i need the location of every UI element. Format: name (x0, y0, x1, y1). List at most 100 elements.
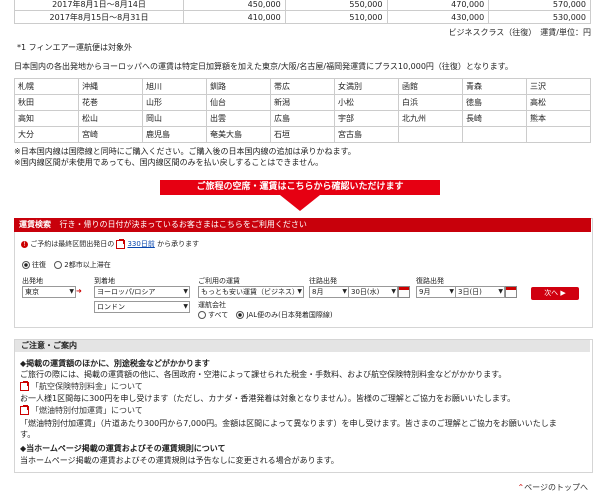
fare-search-subtitle: 行き・帰りの日付が決まっているお客さまはこちらをご利用ください (59, 220, 307, 229)
city-cell: 秋田 (14, 94, 79, 111)
table-row: 2017年8月1日～8月14日 450,000 550,000 470,000 … (14, 0, 591, 11)
fuel-surcharge-link[interactable]: 「燃油特別付加運賃」について (20, 405, 143, 416)
destination-label: 到着地 (94, 277, 115, 285)
footnote: *1 フィンエアー運航便は対象外 (17, 43, 132, 52)
city-cell: 岡山 (142, 110, 207, 127)
price-cell: 510,000 (284, 10, 388, 24)
chevron-down-icon: ▼ (449, 288, 454, 295)
city-cell: 宇部 (334, 110, 399, 127)
city-cell: 徳島 (462, 94, 527, 111)
external-link-icon (20, 381, 29, 391)
table-row: 2017年8月15日～8月31日 410,000 510,000 430,000… (14, 10, 591, 24)
city-cell: 三沢 (526, 78, 591, 95)
page-top-link[interactable]: ⌃ページのトップへ (517, 482, 588, 493)
price-cell: 450,000 (183, 0, 286, 11)
city-cell: 鹿児島 (142, 126, 207, 143)
radio-carrier-all[interactable]: すべて (198, 311, 228, 319)
destination-city-select[interactable]: ロンドン ▼ (94, 301, 190, 313)
price-table: 2017年8月1日～8月14日 450,000 550,000 470,000 … (14, 0, 591, 24)
city-cell: 出雲 (206, 110, 271, 127)
price-cell: 550,000 (284, 0, 388, 11)
carrier-options: すべて JAL便のみ(日本発着国際線) (198, 310, 333, 320)
table-row: 秋田 花巻 山形 仙台 新潟 小松 白浜 徳島 高松 (14, 94, 591, 111)
carrier-label: 運航会社 (198, 301, 226, 309)
table-row: 高知 松山 岡山 出雲 広島 宇部 北九州 長崎 熊本 (14, 110, 591, 127)
city-cell: 小松 (334, 94, 399, 111)
price-cell: 470,000 (386, 0, 490, 11)
return-day-select[interactable]: 3日(日) ▼ (455, 286, 505, 298)
city-cell: 北九州 (398, 110, 463, 127)
city-cell: 長崎 (462, 110, 527, 127)
city-cell: 女満別 (334, 78, 399, 95)
city-cell: 宮古島 (334, 126, 399, 143)
arrow-right-icon: ➜ (76, 287, 82, 295)
city-cell: 旭川 (142, 78, 207, 95)
calendar-icon[interactable] (505, 286, 517, 298)
radio-multi-city[interactable]: 2都市以上滞在 (54, 261, 111, 269)
city-cell: 高松 (526, 94, 591, 111)
chevron-down-icon: ▼ (342, 288, 347, 295)
note-1: ※日本国内線は国際線と同時にご購入ください。ご購入後の日本国内線の追加は承りかね… (14, 147, 356, 156)
city-cell: 仙台 (206, 94, 271, 111)
notice-text: 当ホームページ掲載の運賃およびその運賃規則は予告なしに変更される場合があります。 (20, 456, 339, 465)
booking-notice: ! ご予約は最終区間出発日の 330日前 から承ります (21, 238, 200, 249)
booking-link[interactable]: 330日前 (127, 240, 154, 248)
city-cell (526, 126, 591, 143)
notice-text: お一人様1区間毎に300円を申し受けます（ただし、カナダ・香港発着は対象となりま… (20, 394, 516, 403)
outbound-month-select[interactable]: 8月 ▼ (309, 286, 349, 298)
radio-carrier-jal[interactable]: JAL便のみ(日本発着国際線) (236, 311, 333, 319)
chevron-down-icon: ▼ (183, 288, 188, 295)
fare-type-label: ご利用の運賃 (198, 277, 240, 285)
city-cell: 花巻 (78, 94, 143, 111)
notice-heading: ◆掲載の運賃額のほかに、別途税金などがかかります (20, 359, 210, 368)
table-row: 札幌 沖縄 旭川 釧路 帯広 女満別 函館 青森 三沢 (14, 78, 591, 95)
return-month-select[interactable]: 9月 ▼ (416, 286, 456, 298)
notice-text: す。 (20, 430, 36, 439)
city-cell: 広島 (270, 110, 335, 127)
city-cell: 熊本 (526, 110, 591, 127)
insurance-link[interactable]: 「航空保険特別料金」について (20, 381, 143, 392)
city-cell: 山形 (142, 94, 207, 111)
domestic-note: 日本国内の各出発地からヨーロッパへの運賃は特定日加算額を加えた東京/大阪/名古屋… (14, 62, 513, 71)
chevron-down-icon: ▼ (183, 303, 188, 310)
chevron-down-icon: ▼ (498, 288, 503, 295)
city-table: 札幌 沖縄 旭川 釧路 帯広 女満別 函館 青森 三沢 秋田 花巻 山形 仙台 新潟 小松 白浜 徳島 高松 高知松… (14, 78, 591, 143)
city-cell: 釧路 (206, 78, 271, 95)
city-cell: 奄美大島 (206, 126, 271, 143)
city-cell: 函館 (398, 78, 463, 95)
down-arrow-icon (280, 195, 320, 211)
fare-type-select[interactable]: もっとも安い運賃（ビジネス） ▼ (198, 286, 304, 298)
note-2: ※国内線区間が未使用であっても、国内線区間のみを払い戻しすることはできません。 (14, 158, 324, 167)
city-cell: 石垣 (270, 126, 335, 143)
calendar-icon[interactable] (398, 286, 410, 298)
chevron-down-icon: ▼ (391, 288, 396, 295)
price-cell: 410,000 (183, 10, 286, 24)
city-cell: 松山 (78, 110, 143, 127)
destination-region-select[interactable]: ヨーロッパ/ロシア ▼ (94, 286, 190, 298)
notice-text: 「燃油特別付加運賃」（片道あたり300円から7,000円。金額は区間によって異な… (20, 419, 557, 428)
radio-roundtrip[interactable]: 往復 (22, 261, 46, 269)
price-cell: 430,000 (386, 10, 490, 24)
city-cell (398, 126, 463, 143)
city-cell: 札幌 (14, 78, 79, 95)
city-cell: 青森 (462, 78, 527, 95)
city-cell (462, 126, 527, 143)
search-banner[interactable]: ご旅程の空席・運賃はこちらから確認いただけます (160, 180, 440, 195)
price-cell: 530,000 (488, 10, 591, 24)
external-link-icon (20, 405, 29, 415)
trip-type: 往復 2都市以上滞在 (22, 260, 111, 270)
fare-search-header: 運賃検索 行き・帰りの日付が決まっているお客さまはこちらをご利用ください (14, 218, 591, 232)
booking-suffix: から承ります (157, 240, 200, 248)
notice-heading: ◆当ホームページ掲載の運賃およびその運賃規則について (20, 444, 226, 453)
table-row: 大分 宮崎 鹿児島 奄美大島 石垣 宮古島 (14, 126, 591, 143)
city-cell: 新潟 (270, 94, 335, 111)
period-cell: 2017年8月1日～8月14日 (14, 0, 184, 11)
notice-title: ご注意・ご案内 (15, 340, 590, 352)
city-cell: 大分 (14, 126, 79, 143)
next-button[interactable]: 次へ ▶ (531, 287, 579, 300)
origin-label: 出発地 (22, 277, 43, 285)
outbound-day-select[interactable]: 30日(水) ▼ (348, 286, 398, 298)
city-cell: 帯広 (270, 78, 335, 95)
origin-select[interactable]: 東京 ▼ (22, 286, 76, 298)
external-link-icon (116, 238, 126, 249)
